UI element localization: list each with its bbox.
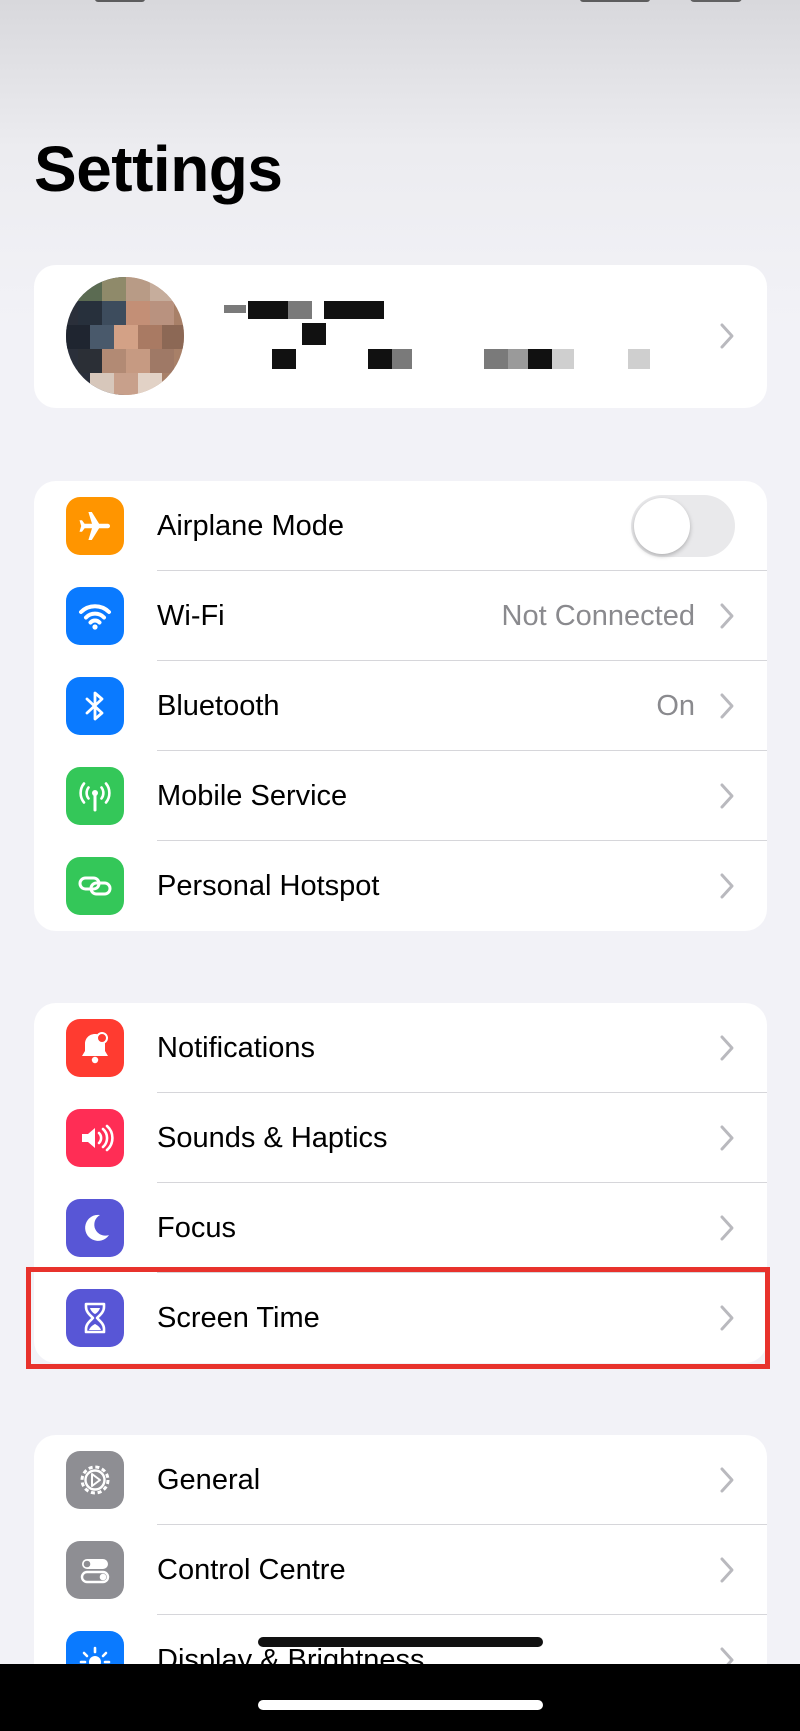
bluetooth-icon: [66, 677, 124, 735]
status-signal-icons: [580, 0, 650, 2]
chevron-right-icon: [720, 873, 734, 899]
airplane-icon: [66, 497, 124, 555]
avatar: [66, 277, 184, 395]
settings-row-airplane-mode[interactable]: Airplane Mode: [34, 481, 767, 571]
home-indicator[interactable]: [258, 1700, 543, 1710]
wifi-status-value: Not Connected: [501, 600, 695, 632]
chevron-right-icon: [720, 693, 734, 719]
settings-row-label: Wi-Fi: [157, 600, 225, 632]
connectivity-group: Airplane Mode Wi-Fi Not Connected Blueto…: [34, 481, 767, 931]
settings-row-label: General: [157, 1464, 261, 1496]
airplane-mode-toggle[interactable]: [631, 495, 735, 557]
chevron-right-icon: [720, 603, 734, 629]
wifi-icon: [66, 587, 124, 645]
settings-row-mobile-service[interactable]: Mobile Service: [34, 751, 767, 841]
bottom-bar: [0, 1664, 800, 1731]
status-time: [95, 0, 145, 2]
switches-icon: [66, 1541, 124, 1599]
profile-card[interactable]: [34, 265, 767, 408]
settings-row-bluetooth[interactable]: Bluetooth On: [34, 661, 767, 751]
screen-time-highlight-box: [26, 1267, 770, 1369]
settings-row-label: Sounds & Haptics: [157, 1122, 388, 1154]
hotspot-link-icon: [66, 857, 124, 915]
chevron-right-icon: [720, 783, 734, 809]
bell-icon: [66, 1019, 124, 1077]
battery-icon: [690, 0, 742, 2]
settings-row-label: Notifications: [157, 1032, 315, 1064]
chevron-right-icon: [720, 1125, 734, 1151]
chevron-right-icon: [720, 1467, 734, 1493]
settings-row-control-centre[interactable]: Control Centre: [34, 1525, 767, 1615]
chevron-right-icon: [720, 323, 734, 349]
settings-row-sounds-haptics[interactable]: Sounds & Haptics: [34, 1093, 767, 1183]
status-bar: [0, 0, 800, 14]
gear-icon: [66, 1451, 124, 1509]
antenna-icon: [66, 767, 124, 825]
settings-row-notifications[interactable]: Notifications: [34, 1003, 767, 1093]
settings-row-focus[interactable]: Focus: [34, 1183, 767, 1273]
settings-row-general[interactable]: General: [34, 1435, 767, 1525]
settings-row-label: Mobile Service: [157, 780, 348, 812]
settings-row-wifi[interactable]: Wi-Fi Not Connected: [34, 571, 767, 661]
toggle-knob: [634, 498, 690, 554]
chevron-right-icon: [720, 1035, 734, 1061]
settings-row-label: Control Centre: [157, 1554, 346, 1586]
settings-row-label: Focus: [157, 1212, 236, 1244]
settings-row-label: Personal Hotspot: [157, 870, 380, 902]
settings-row-label: Bluetooth: [157, 690, 280, 722]
settings-row-personal-hotspot[interactable]: Personal Hotspot: [34, 841, 767, 931]
home-indicator-overlay: [258, 1637, 543, 1647]
chevron-right-icon: [720, 1215, 734, 1241]
settings-row-label: Airplane Mode: [157, 510, 344, 542]
chevron-right-icon: [720, 1557, 734, 1583]
moon-icon: [66, 1199, 124, 1257]
bluetooth-status-value: On: [656, 690, 695, 722]
speaker-icon: [66, 1109, 124, 1167]
page-title: Settings: [34, 133, 283, 205]
